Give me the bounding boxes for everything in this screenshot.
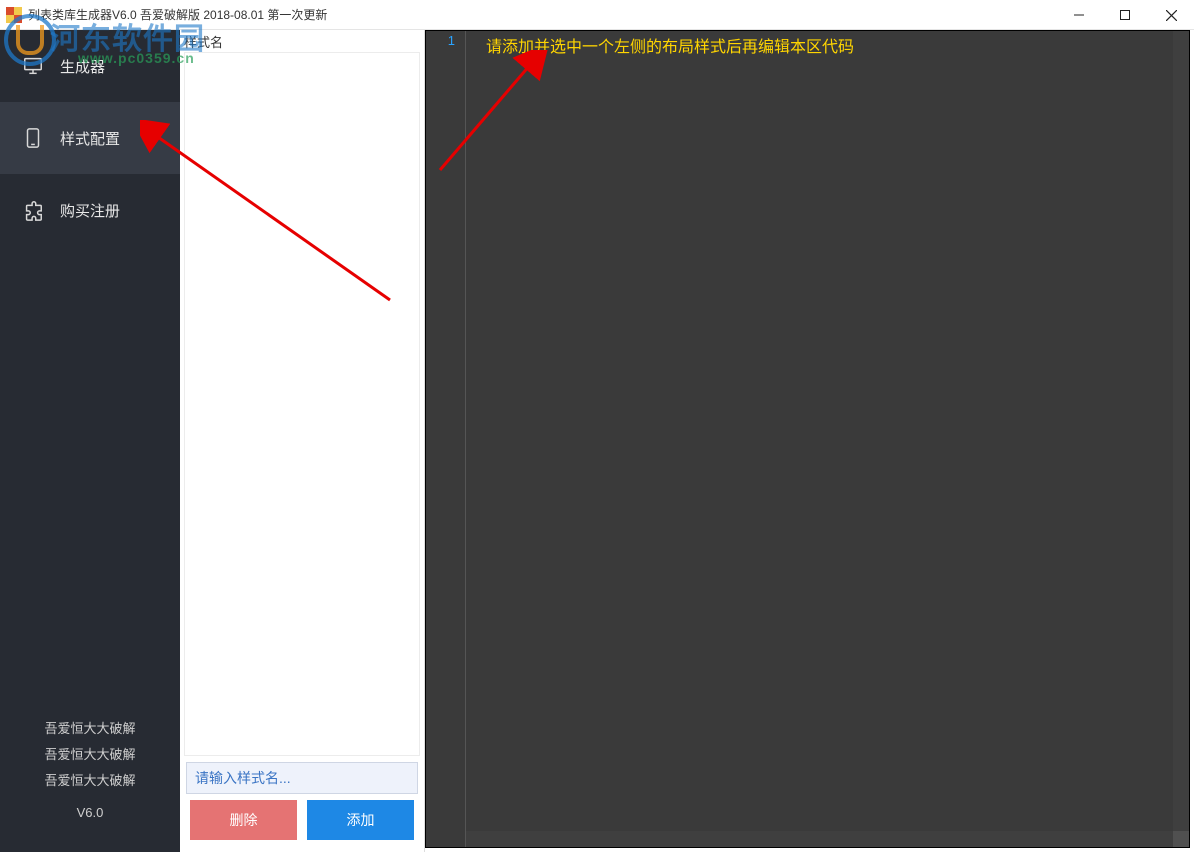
- phone-icon: [22, 127, 44, 149]
- maximize-button[interactable]: [1102, 0, 1148, 30]
- style-name-input[interactable]: [186, 762, 418, 794]
- code-editor[interactable]: 1 请添加并选中一个左侧的布局样式后再编辑本区代码: [425, 30, 1190, 848]
- close-button[interactable]: [1148, 0, 1194, 30]
- window-controls: [1056, 0, 1194, 30]
- maximize-icon: [1120, 10, 1130, 20]
- sidebar-credit-line: 吾爱恒大大破解: [0, 768, 180, 794]
- style-column-header: 样式名: [180, 30, 424, 52]
- sidebar-item-label: 生成器: [60, 56, 105, 77]
- minimize-button[interactable]: [1056, 0, 1102, 30]
- monitor-icon: [22, 55, 44, 77]
- sidebar-item-label: 购买注册: [60, 200, 120, 221]
- scroll-corner: [1173, 831, 1189, 847]
- sidebar-nav: 生成器 样式配置 购买注册: [0, 30, 180, 246]
- sidebar-item-label: 样式配置: [60, 128, 120, 149]
- puzzle-icon: [22, 199, 44, 221]
- sidebar-item-style-config[interactable]: 样式配置: [0, 102, 180, 174]
- style-column: 样式名 删除 添加: [180, 30, 425, 852]
- delete-button[interactable]: 删除: [190, 800, 297, 840]
- sidebar-item-generator[interactable]: 生成器: [0, 30, 180, 102]
- sidebar-credit-line: 吾爱恒大大破解: [0, 742, 180, 768]
- minimize-icon: [1074, 10, 1084, 20]
- vertical-scrollbar[interactable]: [1173, 31, 1189, 831]
- editor-placeholder: 请添加并选中一个左侧的布局样式后再编辑本区代码: [466, 31, 1173, 57]
- horizontal-scrollbar[interactable]: [466, 831, 1173, 847]
- close-icon: [1166, 10, 1177, 21]
- window-title: 列表类库生成器V6.0 吾爱破解版 2018-08.01 第一次更新: [28, 0, 327, 30]
- app-icon: [6, 7, 22, 23]
- line-number: 1: [426, 31, 465, 48]
- style-list[interactable]: [184, 52, 420, 756]
- editor-body[interactable]: 请添加并选中一个左侧的布局样式后再编辑本区代码: [466, 31, 1173, 831]
- sidebar: 生成器 样式配置 购买注册 吾爱恒大大破解 吾爱恒大大破解 吾爱恒大大破解 V6…: [0, 30, 180, 852]
- sidebar-version: V6.0: [0, 800, 180, 826]
- sidebar-credit-line: 吾爱恒大大破解: [0, 716, 180, 742]
- title-bar: 列表类库生成器V6.0 吾爱破解版 2018-08.01 第一次更新: [0, 0, 1194, 30]
- add-button[interactable]: 添加: [307, 800, 414, 840]
- sidebar-footer: 吾爱恒大大破解 吾爱恒大大破解 吾爱恒大大破解 V6.0: [0, 716, 180, 852]
- sidebar-item-purchase[interactable]: 购买注册: [0, 174, 180, 246]
- editor-gutter: 1: [426, 31, 466, 847]
